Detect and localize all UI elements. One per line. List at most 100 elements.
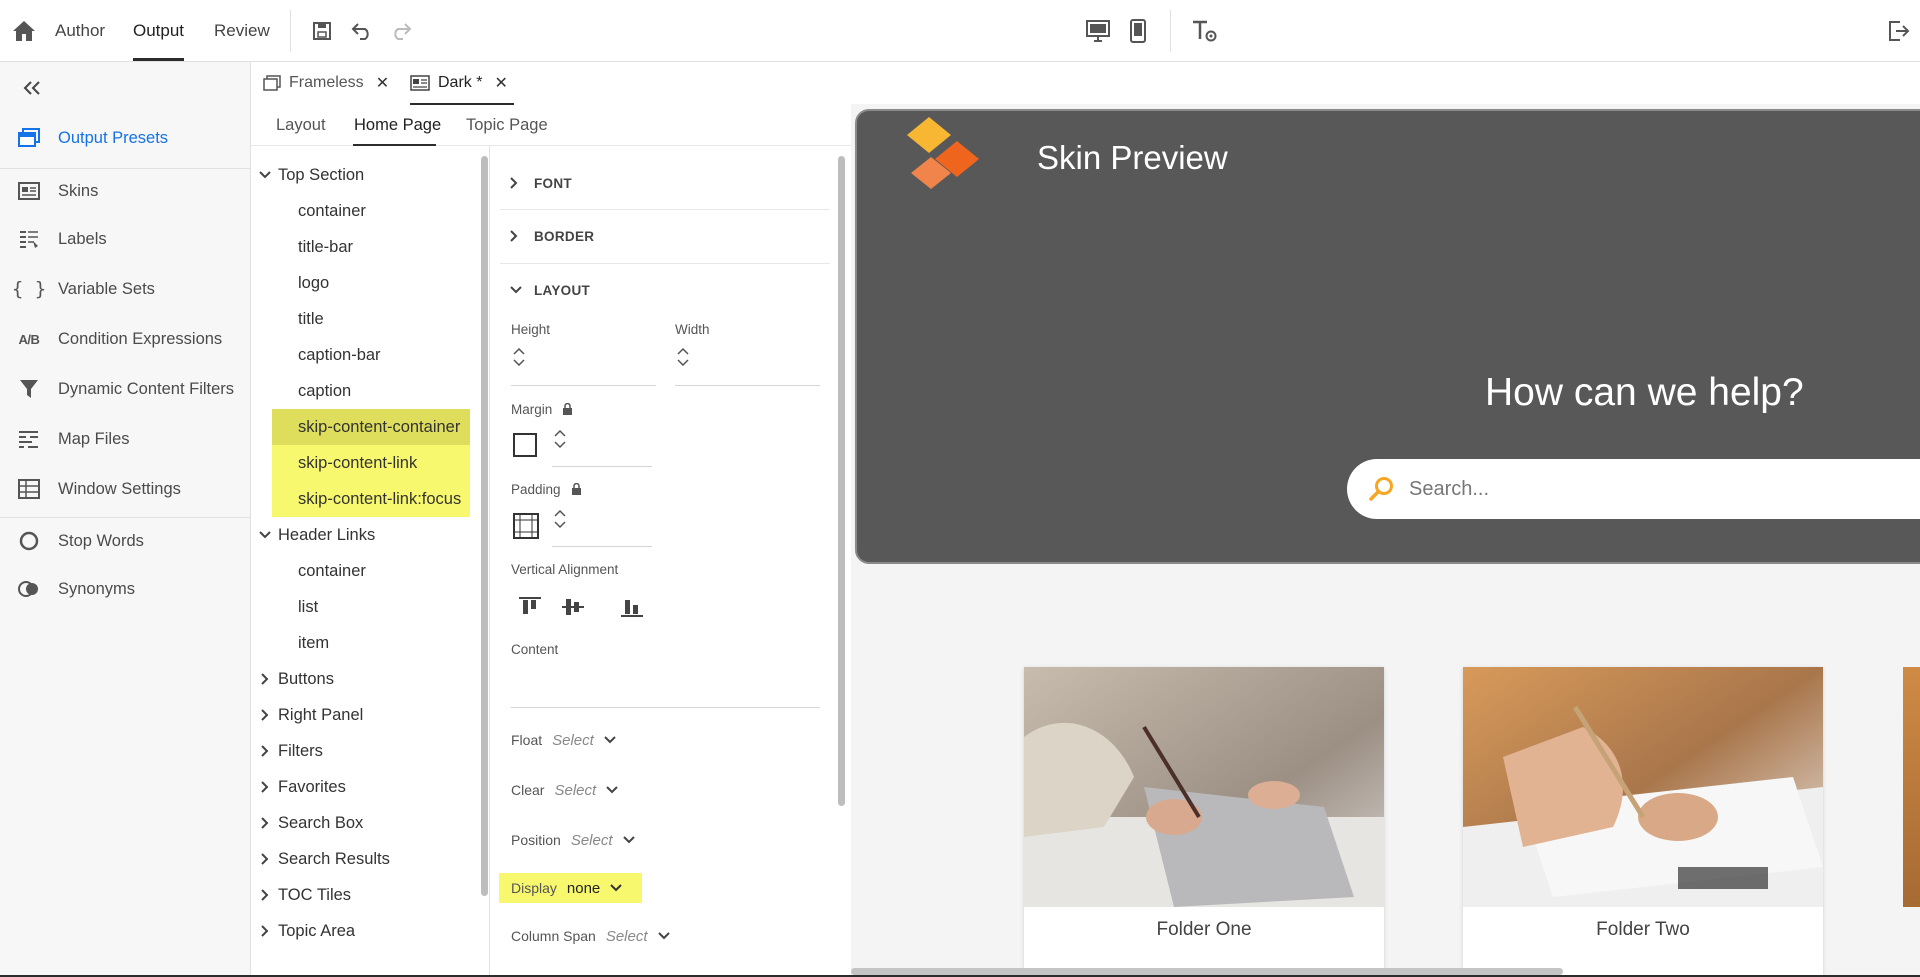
float-value: Select: [552, 731, 594, 749]
height-stepper[interactable]: [512, 348, 526, 366]
file-tab-label: Dark *: [438, 74, 483, 91]
home-icon[interactable]: [11, 19, 37, 43]
tree-item[interactable]: logo: [272, 265, 470, 301]
section-label: LAYOUT: [534, 282, 591, 298]
tab-review[interactable]: Review: [214, 0, 270, 62]
tree-node[interactable]: Search Results: [251, 841, 471, 877]
preview-scrollbar[interactable]: [851, 968, 1563, 975]
nav-window-settings[interactable]: Window Settings: [0, 465, 250, 513]
file-tab-frameless[interactable]: Frameless ✕: [263, 62, 389, 104]
tree-item[interactable]: item: [272, 625, 470, 661]
section-layout[interactable]: LAYOUT: [510, 280, 590, 300]
redo-icon[interactable]: [388, 19, 414, 43]
tab-author[interactable]: Author: [55, 0, 105, 62]
close-icon[interactable]: ✕: [494, 73, 507, 93]
chevron-right-icon: [251, 853, 278, 865]
collapse-icon[interactable]: [20, 76, 44, 100]
tree-node[interactable]: Filters: [251, 733, 471, 769]
save-icon[interactable]: [310, 19, 334, 43]
nav-dynamic-content-filters[interactable]: Dynamic Content Filters: [0, 365, 250, 413]
width-input[interactable]: [675, 385, 820, 386]
padding-stepper[interactable]: [553, 510, 567, 528]
tree-item[interactable]: container: [272, 553, 470, 589]
undo-icon[interactable]: [349, 19, 375, 43]
align-bottom-icon[interactable]: [620, 596, 644, 618]
file-tab-dark[interactable]: Dark * ✕: [410, 62, 508, 104]
width-stepper[interactable]: [676, 348, 690, 366]
chevron-down-icon: [510, 286, 534, 294]
tree-node[interactable]: TOC Tiles: [251, 877, 471, 913]
tab-topic-page[interactable]: Topic Page: [466, 104, 548, 146]
mobile-view-icon[interactable]: [1126, 17, 1150, 45]
nav-labels[interactable]: Labels: [0, 215, 250, 263]
chevron-down-icon: [606, 786, 618, 794]
section-font[interactable]: FONT: [510, 173, 572, 193]
padding-box-icon: [513, 513, 539, 539]
divider: [1170, 10, 1171, 52]
folder-card[interactable]: Folder Two: [1463, 667, 1823, 977]
filter-icon: [0, 379, 58, 399]
align-top-icon[interactable]: [518, 596, 542, 618]
tree-item[interactable]: list: [272, 589, 470, 625]
preview-hero: Skin Preview How can we help? Search...: [855, 109, 1920, 564]
chevron-right-icon: [251, 781, 278, 793]
exit-icon[interactable]: [1886, 19, 1912, 43]
top-bar: Author Output Review: [0, 0, 1920, 62]
position-select[interactable]: Position Select: [511, 828, 635, 852]
margin-stepper[interactable]: [553, 430, 567, 448]
tree-item[interactable]: container: [272, 193, 470, 229]
tree-node-header-links[interactable]: Header Links: [251, 517, 471, 553]
tree-node[interactable]: Buttons: [251, 661, 471, 697]
tree-item[interactable]: title-bar: [272, 229, 470, 265]
tree-scrollbar[interactable]: [481, 156, 488, 896]
tree-item[interactable]: skip-content-link: [272, 445, 470, 481]
properties-scrollbar[interactable]: [838, 156, 845, 806]
nav-output-presets[interactable]: Output Presets: [0, 114, 250, 162]
close-icon[interactable]: ✕: [376, 73, 389, 93]
margin-input[interactable]: [552, 466, 652, 467]
tree-item[interactable]: caption-bar: [272, 337, 470, 373]
tree-item[interactable]: caption: [272, 373, 470, 409]
display-select[interactable]: Display none: [511, 876, 622, 900]
column-span-select[interactable]: Column Span Select: [511, 924, 670, 948]
logo: [901, 117, 983, 199]
padding-text: Padding: [511, 482, 561, 497]
vertical-alignment-label: Vertical Alignment: [511, 562, 619, 577]
desktop-view-icon[interactable]: [1085, 18, 1111, 44]
nav-stop-words[interactable]: Stop Words: [0, 517, 250, 565]
tree-node[interactable]: Favorites: [251, 769, 471, 805]
lock-icon[interactable]: [571, 483, 582, 496]
text-style-icon[interactable]: [1190, 18, 1218, 44]
tree-node[interactable]: Right Panel: [251, 697, 471, 733]
preview-help-heading: How can we help?: [1485, 371, 1804, 414]
preview-search-box[interactable]: Search...: [1347, 459, 1920, 519]
margin-box-icon: [513, 433, 537, 457]
lock-icon[interactable]: [562, 403, 573, 416]
height-input[interactable]: [511, 385, 656, 386]
nav-map-files[interactable]: Map Files: [0, 415, 250, 463]
padding-input[interactable]: [552, 546, 652, 547]
folder-card[interactable]: Folder One: [1024, 667, 1384, 977]
tree-node-top-section[interactable]: Top Section: [251, 157, 471, 193]
section-border[interactable]: BORDER: [510, 226, 594, 246]
tree-node[interactable]: Search Box: [251, 805, 471, 841]
tree-item-selected[interactable]: skip-content-container: [272, 409, 470, 445]
clear-value: Select: [554, 781, 597, 799]
nav-synonyms[interactable]: Synonyms: [0, 565, 250, 613]
tree-item[interactable]: title: [272, 301, 470, 337]
sub-tabs: Layout Home Page Topic Page: [251, 104, 851, 146]
nav-label: Skins: [58, 181, 99, 200]
nav-skins[interactable]: Skins: [0, 167, 250, 215]
tree-item[interactable]: skip-content-link:focus: [272, 481, 470, 517]
tab-output[interactable]: Output: [133, 0, 184, 62]
clear-select[interactable]: Clear Select: [511, 778, 618, 802]
nav-variable-sets[interactable]: { } Variable Sets: [0, 265, 250, 313]
tab-layout[interactable]: Layout: [276, 104, 326, 146]
height-label: Height: [511, 322, 551, 337]
content-input[interactable]: [511, 707, 820, 708]
nav-condition-expressions[interactable]: A/B Condition Expressions: [0, 315, 250, 363]
float-select[interactable]: Float Select: [511, 728, 616, 752]
tree-node[interactable]: Topic Area: [251, 913, 471, 949]
tab-home-page[interactable]: Home Page: [354, 104, 441, 146]
align-middle-icon[interactable]: [561, 596, 585, 618]
